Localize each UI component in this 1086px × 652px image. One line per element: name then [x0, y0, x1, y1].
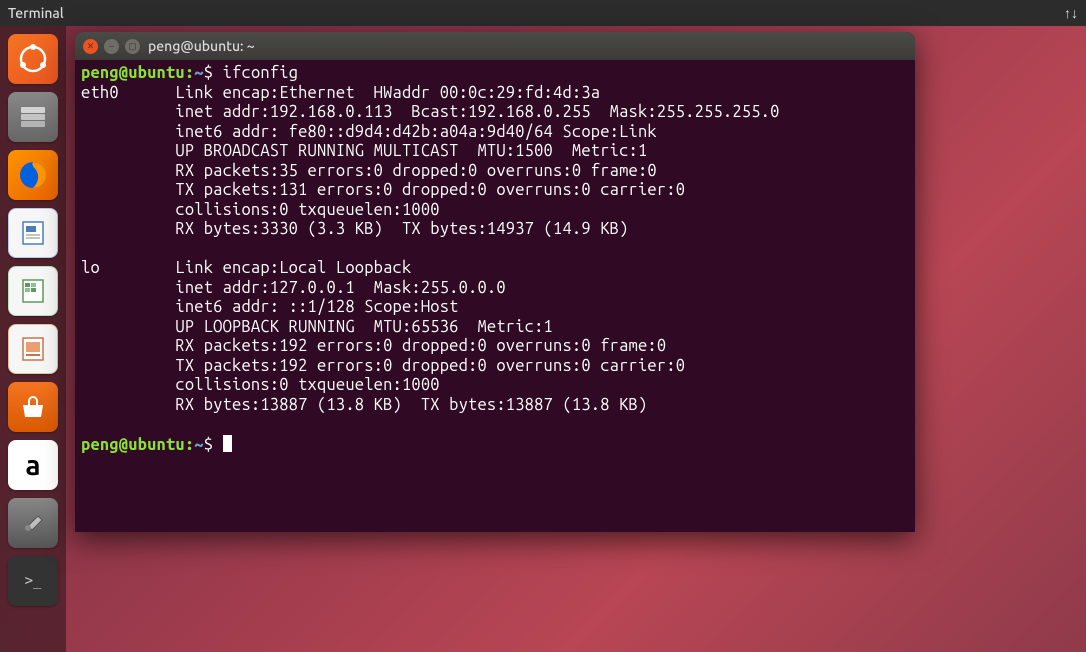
output-line: inet addr:192.168.0.113 Bcast:192.168.0.…: [81, 103, 780, 121]
top-menubar: Terminal ↑↓: [0, 0, 1086, 26]
libreoffice-calc-icon[interactable]: [8, 266, 58, 316]
output-line: collisions:0 txqueuelen:1000: [81, 201, 440, 219]
system-settings-icon[interactable]: [8, 498, 58, 548]
output-line: eth0 Link encap:Ethernet HWaddr 00:0c:29…: [81, 84, 600, 102]
menubar-app-title: Terminal: [8, 5, 64, 21]
output-line: collisions:0 txqueuelen:1000: [81, 376, 440, 394]
unity-launcher: a >_: [0, 26, 66, 652]
libreoffice-impress-icon[interactable]: [8, 324, 58, 374]
output-line: TX packets:192 errors:0 dropped:0 overru…: [81, 357, 685, 375]
output-line: RX packets:192 errors:0 dropped:0 overru…: [81, 337, 666, 355]
prompt-dollar: $: [204, 64, 213, 82]
output-line: RX packets:35 errors:0 dropped:0 overrun…: [81, 162, 657, 180]
prompt-colon: :: [185, 436, 194, 454]
prompt-colon: :: [185, 64, 194, 82]
firefox-icon[interactable]: [8, 150, 58, 200]
output-line: lo Link encap:Local Loopback: [81, 259, 411, 277]
output-line: RX bytes:3330 (3.3 KB) TX bytes:14937 (1…: [81, 220, 629, 238]
output-line: UP LOOPBACK RUNNING MTU:65536 Metric:1: [81, 318, 553, 336]
output-line: UP BROADCAST RUNNING MULTICAST MTU:1500 …: [81, 142, 647, 160]
amazon-icon[interactable]: a: [8, 440, 58, 490]
menubar-indicators: ↑↓: [1064, 5, 1078, 21]
window-maximize-button[interactable]: ▢: [125, 39, 140, 54]
window-title: peng@ubuntu: ~: [148, 38, 255, 54]
terminal-launcher-icon[interactable]: >_: [8, 556, 58, 606]
output-line: inet6 addr: fe80::d9d4:d42b:a04a:9d40/64…: [81, 123, 657, 141]
window-controls: ✕ – ▢: [83, 39, 140, 54]
ubuntu-software-icon[interactable]: [8, 382, 58, 432]
window-close-button[interactable]: ✕: [83, 39, 98, 54]
prompt-dollar: $: [204, 436, 213, 454]
output-line: TX packets:131 errors:0 dropped:0 overru…: [81, 181, 685, 199]
network-indicator-icon[interactable]: ↑↓: [1064, 5, 1078, 21]
files-icon[interactable]: [8, 92, 58, 142]
output-line: inet addr:127.0.0.1 Mask:255.0.0.0: [81, 279, 506, 297]
prompt-user: peng@ubuntu: [81, 436, 185, 454]
window-minimize-button[interactable]: –: [104, 39, 119, 54]
output-line: inet6 addr: ::1/128 Scope:Host: [81, 298, 459, 316]
ubuntu-dash-icon[interactable]: [8, 34, 58, 84]
command-text: ifconfig: [223, 64, 299, 82]
terminal-content[interactable]: peng@ubuntu:~$ ifconfig eth0 Link encap:…: [75, 60, 915, 459]
window-titlebar[interactable]: ✕ – ▢ peng@ubuntu: ~: [75, 32, 915, 60]
prompt-path: ~: [194, 436, 203, 454]
prompt-path: ~: [194, 64, 203, 82]
terminal-cursor: [223, 435, 232, 452]
prompt-user: peng@ubuntu: [81, 64, 185, 82]
terminal-window: ✕ – ▢ peng@ubuntu: ~ peng@ubuntu:~$ ifco…: [75, 32, 915, 532]
output-line: RX bytes:13887 (13.8 KB) TX bytes:13887 …: [81, 396, 647, 414]
libreoffice-writer-icon[interactable]: [8, 208, 58, 258]
